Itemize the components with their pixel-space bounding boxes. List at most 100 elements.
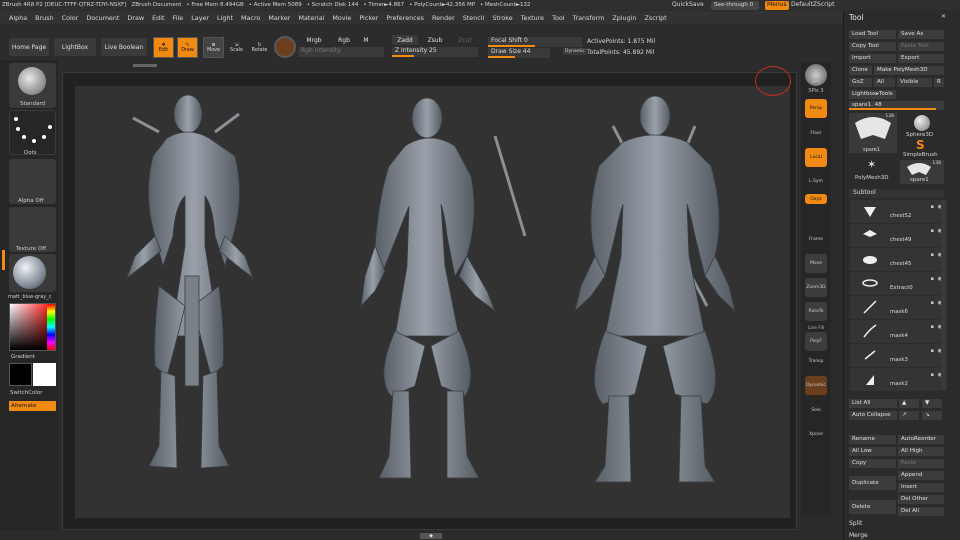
arrow-up-icon[interactable]: ▲ <box>899 399 919 408</box>
arrow-down-icon[interactable]: ▼ <box>922 399 942 408</box>
document-canvas[interactable] <box>75 86 790 518</box>
xyz-button[interactable]: Qxyz <box>805 194 827 204</box>
menu-alpha[interactable]: Alpha <box>9 14 27 22</box>
material-swatch-icon[interactable] <box>274 36 296 58</box>
auto-reorder-button[interactable]: AutoReorder <box>898 435 944 444</box>
m-button[interactable]: M <box>360 35 372 45</box>
tool-thumb-sphere3d[interactable]: Sphere3D <box>900 113 944 141</box>
insert-button[interactable]: Insert <box>898 483 944 492</box>
move-up-icon[interactable]: ↗ <box>899 411 919 420</box>
menu-texture[interactable]: Texture <box>521 14 544 22</box>
del-other-button[interactable]: Del Other <box>898 495 944 504</box>
home-page-button[interactable]: Home Page <box>9 38 49 56</box>
lsym-button[interactable]: L.Sym <box>805 172 827 191</box>
subtool-row[interactable]: mask3 ▪ ◉ <box>850 344 947 367</box>
load-tool-button[interactable]: Load Tool <box>849 30 896 39</box>
default-zscript-button[interactable]: DefaultZScript <box>791 1 834 8</box>
menu-transform[interactable]: Transform <box>573 14 605 22</box>
subtool-row[interactable]: chest52 ▪ ◉ <box>850 200 947 223</box>
menu-file[interactable]: File <box>173 14 184 22</box>
hue-strip[interactable] <box>47 304 55 350</box>
lightbox-tools-button[interactable]: Lightbox▸Tools <box>849 90 896 99</box>
zoom3d-button[interactable]: Zoom3D <box>805 278 827 297</box>
tool-panel-title[interactable]: Tool <box>849 13 864 22</box>
lightbox-button[interactable]: LightBox <box>54 38 96 56</box>
material-button[interactable] <box>9 254 56 292</box>
del-all-button[interactable]: Del All <box>898 507 944 516</box>
subtool-row[interactable]: mask4 ▪ ◉ <box>850 320 947 343</box>
auto-collapse-button[interactable]: Auto Collapse <box>849 411 897 420</box>
color-picker[interactable] <box>9 303 56 351</box>
copy-tool-button[interactable]: Copy Tool <box>849 42 896 51</box>
see-through-slider[interactable]: See-through 0 <box>711 1 759 10</box>
menu-document[interactable]: Document <box>86 14 119 22</box>
menu-layer[interactable]: Layer <box>191 14 209 22</box>
subtool-row[interactable]: mask2 ▪ ◉ <box>850 368 947 391</box>
persp-button[interactable]: Persp <box>805 99 827 118</box>
scale-mode-button[interactable]: ⇲ Scale <box>226 37 247 58</box>
all-high-button[interactable]: All High <box>898 447 944 456</box>
subtool-row[interactable]: chest45 ▪ ◉ <box>850 248 947 271</box>
subtool-row[interactable]: mask6 ▪ ◉ <box>850 296 947 319</box>
transp-button[interactable]: Transp <box>805 352 827 371</box>
goz-r-button[interactable]: R <box>934 78 944 87</box>
menu-movie[interactable]: Movie <box>332 14 351 22</box>
duplicate-button[interactable]: Duplicate <box>849 476 896 490</box>
menus-button[interactable]: Menus <box>765 1 789 10</box>
secondary-color-swatch[interactable] <box>9 363 32 386</box>
menu-stroke[interactable]: Stroke <box>492 14 512 22</box>
all-low-button[interactable]: All Low <box>849 447 896 456</box>
subtool-scrollbar[interactable] <box>941 200 946 390</box>
toolbar-scroll-handle[interactable] <box>133 64 157 67</box>
local-button[interactable]: Local <box>805 148 827 167</box>
tool-thumb-spare1-alt[interactable]: 138 spare1 <box>900 160 944 184</box>
rename-button[interactable]: Rename <box>849 435 896 444</box>
menu-render[interactable]: Render <box>432 14 455 22</box>
menu-color[interactable]: Color <box>62 14 79 22</box>
tool-thumb-spare1[interactable]: 138 spare1 <box>849 113 897 153</box>
floor-button[interactable]: Floor <box>805 124 827 143</box>
make-polymesh-button[interactable]: Make PolyMesh3D <box>874 66 944 75</box>
menu-material[interactable]: Material <box>298 14 324 22</box>
goz-button[interactable]: GoZ <box>849 78 872 87</box>
z-intensity-slider[interactable]: Z Intensity 25 <box>392 47 478 57</box>
xpose-button[interactable]: Xpose <box>805 425 827 444</box>
spix-slider[interactable]: SPix 3 <box>801 88 831 94</box>
frame-button[interactable]: Frame <box>805 230 827 249</box>
export-button[interactable]: Export <box>898 54 944 63</box>
close-icon[interactable]: ✕ <box>941 13 946 20</box>
move-view-button[interactable]: Move <box>805 254 827 273</box>
menu-stencil[interactable]: Stencil <box>463 14 485 22</box>
edit-mode-button[interactable]: ✥ Edit <box>153 37 174 58</box>
menu-light[interactable]: Light <box>217 14 233 22</box>
delete-button[interactable]: Delete <box>849 500 896 514</box>
navigation-gizmo-icon[interactable] <box>755 66 791 96</box>
subtool-header[interactable]: Subtool <box>849 189 944 198</box>
main-color-swatch[interactable] <box>33 363 56 386</box>
rotate-view-button[interactable]: RotaTe <box>805 302 827 321</box>
polyf-button[interactable]: PolyF <box>805 332 827 351</box>
menu-picker[interactable]: Picker <box>359 14 378 22</box>
zsub-button[interactable]: Zsub <box>422 35 448 45</box>
menu-brush[interactable]: Brush <box>35 14 53 22</box>
draw-mode-button[interactable]: ✎ Draw <box>177 37 198 58</box>
rgb-intensity-slider[interactable]: Rgb Intensity <box>298 47 384 57</box>
goz-all-button[interactable]: All <box>874 78 895 87</box>
clone-button[interactable]: Clone <box>849 66 872 75</box>
alternate-button[interactable]: Alternate <box>9 401 56 411</box>
menu-preferences[interactable]: Preferences <box>386 14 424 22</box>
list-all-button[interactable]: List All <box>849 399 897 408</box>
mrgb-button[interactable]: Mrgb <box>300 35 328 45</box>
bottom-tray-toggle-icon[interactable]: ◆ <box>420 533 442 539</box>
stroke-dots-button[interactable] <box>9 110 56 155</box>
line-fill-label[interactable]: Line Fill <box>801 326 831 331</box>
rgb-button[interactable]: Rgb <box>330 35 358 45</box>
move-down-icon[interactable]: ↘ <box>922 411 942 420</box>
tool-thumb-polymesh3d[interactable]: ✶ PolyMesh3D <box>849 158 897 184</box>
menu-edit[interactable]: Edit <box>152 14 164 22</box>
zadd-button[interactable]: Zadd <box>392 35 418 45</box>
paste-button[interactable]: Paste <box>898 459 944 468</box>
focal-shift-slider[interactable]: Focal Shift 0 <box>488 37 582 47</box>
save-as-button[interactable]: Save As <box>898 30 944 39</box>
subtool-row[interactable]: chest49 ▪ ◉ <box>850 224 947 247</box>
